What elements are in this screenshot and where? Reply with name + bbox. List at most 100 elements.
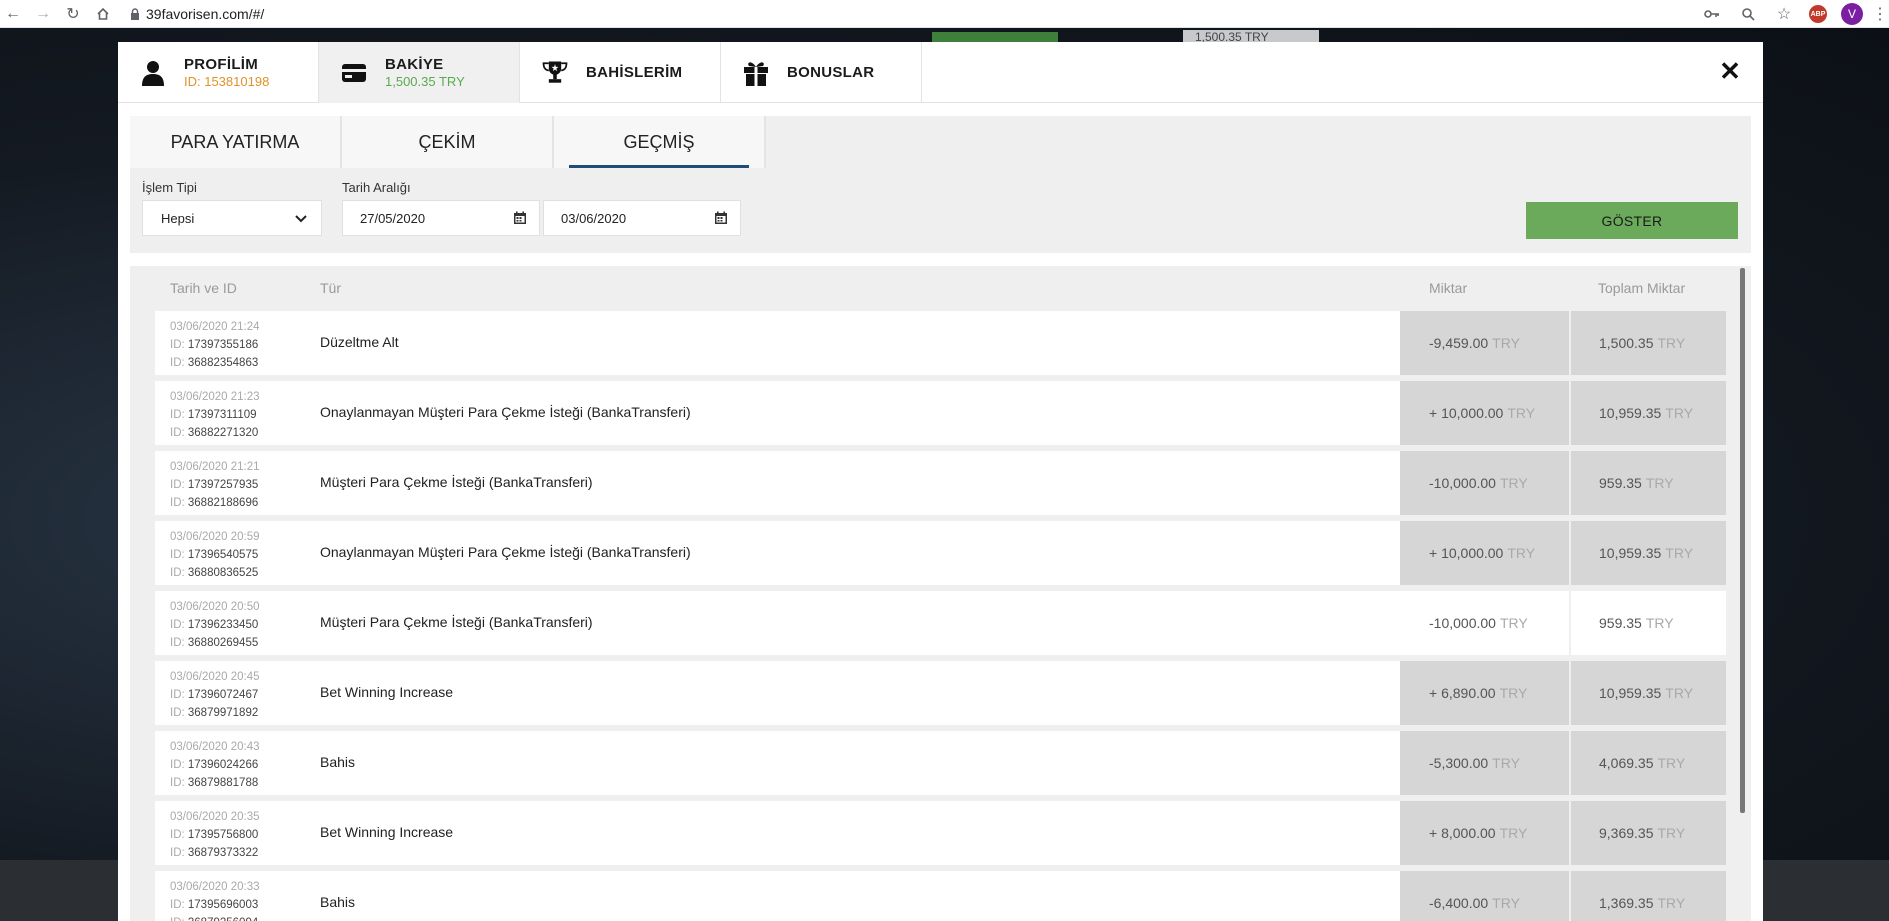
reload-icon[interactable]: ↻	[62, 3, 84, 25]
row-total-value: 10,959.35	[1599, 545, 1662, 561]
close-icon[interactable]: ✕	[1715, 56, 1745, 86]
row-id-2: ID: 36879881788	[170, 777, 259, 789]
row-amount-currency: TRY	[1492, 335, 1520, 351]
calendar-icon[interactable]	[714, 211, 728, 228]
row-id-2-value: 36879373322	[187, 847, 259, 859]
row-amount: + 10,000.00 TRY	[1400, 381, 1569, 445]
row-amount-value: + 6,890.00	[1429, 685, 1496, 701]
subtab-withdraw[interactable]: ÇEKİM	[342, 116, 554, 168]
trophy-icon	[540, 58, 570, 88]
profile-avatar[interactable]: V	[1841, 3, 1863, 25]
subtab-history[interactable]: GEÇMİŞ	[554, 116, 766, 168]
row-amount-currency: TRY	[1499, 475, 1528, 491]
row-total: 1,500.35 TRY	[1569, 311, 1726, 375]
calendar-icon[interactable]	[513, 211, 527, 228]
row-total-value: 9,369.35	[1599, 825, 1654, 841]
key-icon[interactable]	[1701, 3, 1723, 25]
table-row[interactable]: 03/06/2020 20:50 ID: 17396233450 ID: 36880…	[155, 591, 1726, 655]
row-date: 03/06/2020 20:43	[170, 741, 260, 753]
row-meta: 03/06/2020 21:24 ID: 17397355186 ID: 36882…	[170, 318, 260, 372]
chevron-down-icon	[295, 210, 307, 226]
row-id-1: ID: 17396233450	[170, 619, 259, 631]
bookmark-star-icon[interactable]: ☆	[1773, 3, 1795, 25]
table-row[interactable]: 03/06/2020 21:24 ID: 17397355186 ID: 36882…	[155, 311, 1726, 375]
row-id-2-value: 36882354863	[187, 357, 259, 369]
row-amount: -5,300.00 TRY	[1400, 731, 1569, 795]
row-amount-currency: TRY	[1499, 615, 1528, 631]
row-total: 9,369.35 TRY	[1569, 801, 1726, 865]
row-amount: -10,000.00 TRY	[1400, 451, 1569, 515]
row-id-1: ID: 17395756800	[170, 829, 259, 841]
table-row[interactable]: 03/06/2020 20:35 ID: 17395756800 ID: 36879…	[155, 801, 1726, 865]
row-total-value: 959.35	[1599, 615, 1642, 631]
table-row[interactable]: 03/06/2020 21:21 ID: 17397257935 ID: 36882…	[155, 451, 1726, 515]
row-id-1-value: 17397311109	[187, 409, 257, 421]
date-to-input[interactable]: 03/06/2020	[543, 200, 741, 236]
row-amount-value: -6,400.00	[1429, 895, 1489, 911]
row-amount: -10,000.00 TRY	[1400, 591, 1569, 655]
scrollbar[interactable]	[1740, 268, 1745, 813]
profile-id: ID: 153810198	[184, 74, 270, 89]
row-amount-currency: TRY	[1507, 545, 1536, 561]
address-bar[interactable]: 39favorisen.com/#/	[130, 6, 264, 22]
table-row[interactable]: 03/06/2020 20:33 ID: 17395696003 ID: 36879…	[155, 871, 1726, 921]
row-id-1-value: 17396233450	[187, 619, 259, 631]
date-from-input[interactable]: 27/05/2020	[342, 200, 540, 236]
tab-profile-title: PROFİLİM	[184, 56, 259, 73]
row-total-value: 959.35	[1599, 475, 1642, 491]
table-row[interactable]: 03/06/2020 20:45 ID: 17396072467 ID: 36879…	[155, 661, 1726, 725]
back-icon[interactable]: ←	[2, 3, 24, 25]
row-total-currency: TRY	[1645, 475, 1674, 491]
row-id-2: ID: 36880269455	[170, 637, 259, 649]
row-type: Müşteri Para Çekme İsteği (BankaTransfer…	[320, 614, 593, 630]
header-amount: Miktar	[1429, 280, 1468, 296]
row-id-2: ID: 36879373322	[170, 847, 259, 859]
row-total: 959.35 TRY	[1569, 591, 1726, 655]
row-id-1: ID: 17397257935	[170, 479, 259, 491]
modal-tab-bar: PROFİLİM ID: 153810198 BAKİYE 1,500.35 T…	[118, 42, 1763, 103]
table-row[interactable]: 03/06/2020 20:43 ID: 17396024266 ID: 36879…	[155, 731, 1726, 795]
home-icon[interactable]	[92, 3, 114, 25]
table-row[interactable]: 03/06/2020 20:59 ID: 17396540575 ID: 36880…	[155, 521, 1726, 585]
row-date: 03/06/2020 21:24	[170, 321, 260, 333]
menu-icon[interactable]: ⋮	[1872, 3, 1888, 25]
row-total-currency: TRY	[1657, 335, 1686, 351]
row-id-1: ID: 17397355186	[170, 339, 259, 351]
row-total-currency: TRY	[1665, 685, 1694, 701]
row-total-value: 4,069.35	[1599, 755, 1654, 771]
balance-amount: 1,500.35 TRY	[385, 74, 465, 89]
zoom-icon[interactable]	[1737, 3, 1759, 25]
row-total-currency: TRY	[1657, 755, 1686, 771]
header-total: Toplam Miktar	[1598, 280, 1686, 296]
row-amount-currency: TRY	[1492, 895, 1520, 911]
subtab-deposit[interactable]: PARA YATIRMA	[130, 116, 342, 168]
row-total: 10,959.35 TRY	[1569, 381, 1726, 445]
header-type: Tür	[320, 280, 341, 296]
row-id-1-value: 17395756800	[187, 829, 259, 841]
row-type: Bet Winning Increase	[320, 824, 454, 840]
show-button[interactable]: GÖSTER	[1526, 202, 1738, 239]
adblock-icon[interactable]: ABP	[1809, 5, 1827, 23]
row-total: 10,959.35 TRY	[1569, 521, 1726, 585]
row-type: Onaylanmayan Müşteri Para Çekme İsteği (…	[320, 544, 691, 560]
row-meta: 03/06/2020 21:21 ID: 17397257935 ID: 36882…	[170, 458, 260, 512]
tab-balance[interactable]: BAKİYE 1,500.35 TRY	[319, 42, 520, 103]
date-to-value: 03/06/2020	[561, 210, 627, 226]
tab-my-bets[interactable]: BAHİSLERİM	[520, 42, 721, 103]
row-amount-currency: TRY	[1507, 405, 1536, 421]
table-row[interactable]: 03/06/2020 21:23 ID: 17397311109 ID: 36882…	[155, 381, 1726, 445]
row-id-1: ID: 17396072467	[170, 689, 259, 701]
tab-bonuses[interactable]: BONUSLAR	[721, 42, 922, 103]
forward-icon[interactable]: →	[32, 3, 54, 25]
transaction-type-label: İşlem Tipi	[142, 180, 197, 195]
tab-profile[interactable]: PROFİLİM ID: 153810198	[118, 42, 319, 103]
tab-bonuses-title: BONUSLAR	[787, 64, 875, 81]
row-date: 03/06/2020 20:35	[170, 811, 260, 823]
transaction-type-select[interactable]: Hepsi	[142, 200, 322, 236]
header-date-id: Tarih ve ID	[170, 280, 237, 296]
row-meta: 03/06/2020 20:33 ID: 17395696003 ID: 36879…	[170, 878, 260, 921]
row-amount-value: + 8,000.00	[1429, 825, 1496, 841]
row-id-2: ID: 36882354863	[170, 357, 259, 369]
browser-toolbar: ← → ↻ 39favorisen.com/#/ ☆ ABP V ⋮	[0, 0, 1889, 28]
row-amount-currency: TRY	[1499, 825, 1528, 841]
